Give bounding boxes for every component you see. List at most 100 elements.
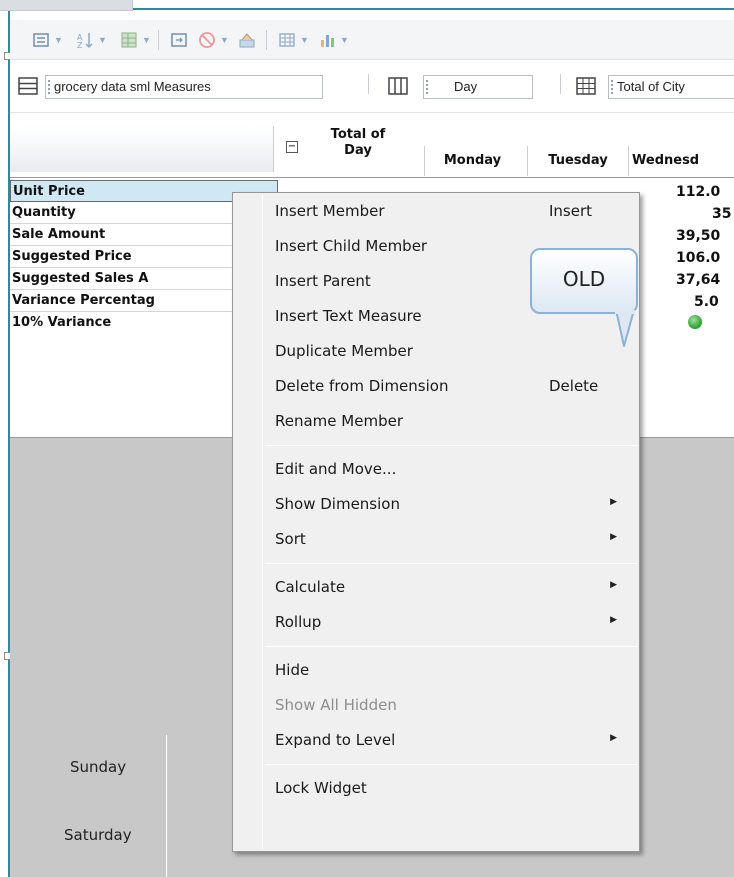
row-label-quantity[interactable]: Quantity <box>10 202 232 224</box>
menu-item-hide[interactable]: Hide <box>233 654 639 688</box>
menu-separator <box>265 445 637 446</box>
measure-dropdown-icon <box>33 33 49 47</box>
svg-text:Z: Z <box>77 41 83 49</box>
title-tab[interactable] <box>0 0 133 11</box>
shelf-divider-line <box>10 112 734 113</box>
cell-unit-price-wednesday[interactable]: 112.0 <box>640 182 734 204</box>
rows-shelf-chip[interactable]: Total of City <box>608 75 734 99</box>
shelf-divider <box>368 74 369 94</box>
collapse-toggle-icon[interactable]: − <box>286 141 298 153</box>
chart-axis-line <box>166 735 167 877</box>
chart-label-sunday: Sunday <box>70 758 127 776</box>
menu-item-shortcut: Delete <box>549 377 599 395</box>
row-label-10-variance[interactable]: 10% Variance <box>10 312 232 334</box>
menu-item-label: Insert Text Measure <box>275 307 422 325</box>
measures-shelf-chip[interactable]: grocery data sml Measures <box>45 75 323 99</box>
chevron-down-icon: ▼ <box>54 35 63 45</box>
menu-item-show-dimension[interactable]: Show Dimension ▶ <box>233 488 639 522</box>
measures-icon <box>18 77 38 95</box>
measures-shelf-label: grocery data sml Measures <box>54 79 211 94</box>
menu-item-label: Insert Child Member <box>275 237 428 255</box>
old-callout: OLD <box>530 248 638 314</box>
menu-item-label: Show All Hidden <box>275 696 397 714</box>
cell-sale-amount-wednesday[interactable]: 39,50 <box>640 226 734 248</box>
column-header-tuesday[interactable]: Tuesday <box>528 153 628 168</box>
menu-item-label: Delete from Dimension <box>275 377 449 395</box>
menu-item-label: Rename Member <box>275 412 403 430</box>
column-header-total[interactable]: Total of Day <box>318 127 398 159</box>
toolbar: ▼ AZ ▼ ▼ ▼ ▼ ▼ <box>10 20 734 60</box>
chevron-down-icon: ▼ <box>220 35 229 45</box>
menu-separator <box>265 646 637 647</box>
sort-button[interactable]: AZ ▼ <box>76 28 107 52</box>
chart-view-button[interactable]: ▼ <box>318 28 349 52</box>
calculation-icon <box>121 32 137 48</box>
header-bottom-border <box>10 177 734 178</box>
columns-shelf-chip[interactable]: Day <box>423 75 533 99</box>
table-view-button[interactable]: ▼ <box>278 28 309 52</box>
swap-axes-icon <box>171 33 187 47</box>
menu-item-label: Calculate <box>275 578 346 596</box>
menu-item-label: Show Dimension <box>275 495 400 513</box>
measure-dropdown-button[interactable]: ▼ <box>32 28 63 52</box>
menu-item-duplicate-member[interactable]: Duplicate Member <box>233 335 639 369</box>
rows-icon <box>576 77 596 95</box>
cell-variance-percentage-wednesday[interactable]: 5.0 <box>640 292 734 314</box>
shelf-divider <box>560 74 561 94</box>
corner-header <box>10 126 274 172</box>
chevron-down-icon: ▼ <box>98 35 107 45</box>
menu-item-label: Expand to Level <box>275 731 396 749</box>
columns-icon <box>388 77 408 95</box>
row-label-suggested-price[interactable]: Suggested Price <box>10 246 232 268</box>
menu-item-rollup[interactable]: Rollup ▶ <box>233 606 639 640</box>
menu-item-edit-and-move[interactable]: Edit and Move... <box>233 453 639 487</box>
rows-shelf-label: Total of City <box>617 79 685 94</box>
menu-item-label: Hide <box>275 661 310 679</box>
menu-separator <box>265 764 637 765</box>
cancel-filter-button[interactable]: ▼ <box>198 28 229 52</box>
status-indicator-green-icon <box>688 315 702 329</box>
toolbar-divider <box>158 30 159 50</box>
column-header-monday[interactable]: Monday <box>425 153 520 168</box>
menu-item-label: Lock Widget <box>275 779 367 797</box>
menu-item-expand-to-level[interactable]: Expand to Level ▶ <box>233 724 639 758</box>
cell-suggested-price-wednesday[interactable]: 106.0 <box>640 248 734 270</box>
menu-item-sort[interactable]: Sort ▶ <box>233 523 639 557</box>
menu-item-label: Edit and Move... <box>275 460 397 478</box>
swap-axes-button[interactable] <box>170 28 188 52</box>
menu-item-rename-member[interactable]: Rename Member <box>233 405 639 439</box>
cell-quantity-wednesday[interactable]: 35 <box>640 204 734 226</box>
menu-item-label: Insert Member <box>275 202 385 220</box>
row-label-sale-amount[interactable]: Sale Amount <box>10 224 232 246</box>
menu-item-label: Insert Parent <box>275 272 371 290</box>
chart-view-icon <box>321 35 334 47</box>
chevron-down-icon: ▼ <box>300 35 309 45</box>
menu-item-label: Duplicate Member <box>275 342 413 360</box>
row-label-suggested-sales[interactable]: Suggested Sales A <box>10 268 232 290</box>
menu-item-delete-from-dimension[interactable]: Delete from Dimension Delete <box>233 370 639 404</box>
submenu-arrow-icon: ▶ <box>610 532 617 542</box>
row-label-variance-percentage[interactable]: Variance Percentag <box>10 290 232 312</box>
dimension-shelf: grocery data sml Measures Day Total of C… <box>10 72 734 100</box>
format-button[interactable] <box>238 28 256 52</box>
calculation-button[interactable]: ▼ <box>120 28 151 52</box>
menu-item-show-all-hidden: Show All Hidden <box>233 689 639 723</box>
column-divider <box>628 146 629 176</box>
menu-item-shortcut: Insert <box>549 202 593 220</box>
cell-suggested-sales-wednesday[interactable]: 37,64 <box>640 270 734 292</box>
menu-item-calculate[interactable]: Calculate ▶ <box>233 571 639 605</box>
callout-text: OLD <box>562 267 606 291</box>
menu-item-label: Rollup <box>275 613 322 631</box>
submenu-arrow-icon: ▶ <box>610 733 617 743</box>
toolbar-divider <box>266 30 267 50</box>
menu-item-insert-member[interactable]: Insert Member Insert <box>233 195 639 229</box>
callout-pointer-icon <box>615 310 635 347</box>
columns-shelf-label: Day <box>454 79 478 94</box>
column-divider <box>424 146 425 176</box>
menu-item-lock-widget[interactable]: Lock Widget <box>233 772 639 806</box>
column-header-wednesday[interactable]: Wednesd <box>632 153 734 168</box>
chevron-down-icon: ▼ <box>340 35 349 45</box>
submenu-arrow-icon: ▶ <box>610 580 617 590</box>
submenu-arrow-icon: ▶ <box>610 615 617 625</box>
format-icon <box>239 33 255 48</box>
